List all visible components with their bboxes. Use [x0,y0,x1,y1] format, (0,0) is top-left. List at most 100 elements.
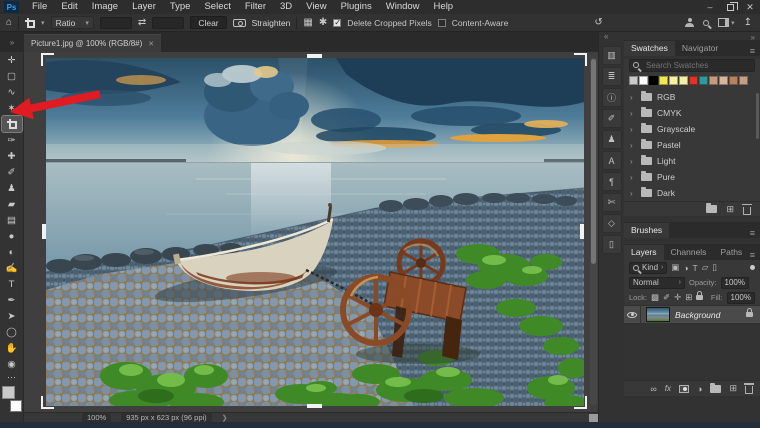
lock-transparent-icon[interactable]: ▩ [651,292,659,303]
menu-type[interactable]: Type [163,0,198,14]
clone-stamp-tool[interactable]: ♟ [2,180,22,196]
info-panel-icon[interactable]: ⓘ [601,88,622,107]
crop-tool[interactable] [0,115,23,133]
paragraph-panel-icon[interactable]: ¶ [601,172,622,191]
panel-menu-icon[interactable]: ≡ [750,46,760,56]
color-swatch[interactable] [709,76,718,85]
delete-cropped-pixels-label[interactable]: Delete Cropped Pixels [347,18,432,28]
swatch-group-cmyk[interactable]: › CMYK [624,105,760,121]
swatch-group-pure[interactable]: › Pure [624,169,760,185]
filter-type-icon[interactable]: T [693,263,698,273]
quick-selection-tool[interactable]: ✶ [2,100,22,116]
home-icon[interactable]: ⌂ [6,17,12,28]
eraser-tool[interactable]: ▰ [2,196,22,212]
color-swatch[interactable] [639,76,648,85]
panel-scrollbar[interactable] [756,93,759,139]
canvas-area[interactable] [24,52,598,412]
gear-icon[interactable]: ✱ [319,17,327,28]
delete-layer-icon[interactable] [744,383,754,394]
new-layer-icon[interactable]: ⊞ [729,383,737,394]
histogram-panel-icon[interactable]: ▥ [601,46,622,65]
new-group-icon[interactable] [706,203,718,213]
crop-handle-left[interactable] [42,224,46,239]
edit-toolbar-icon[interactable]: ⋯ [7,372,16,384]
account-icon[interactable] [685,18,695,27]
crop-tool-icon[interactable] [25,17,36,28]
link-layers-icon[interactable]: ∞ [650,384,656,394]
collapse-panels-icon[interactable]: « [599,32,624,44]
lock-position-icon[interactable]: ✛ [674,292,681,303]
filter-smart-object-icon[interactable]: ▯ [712,262,717,273]
horizontal-scrollbar-thumb[interactable] [589,413,598,422]
straighten-label[interactable]: Straighten [252,18,291,28]
new-swatch-icon[interactable]: ⊞ [726,204,734,214]
shape-tool[interactable]: ◯ [2,324,22,340]
filter-adjustment-icon[interactable]: ◑ [683,263,688,273]
filter-shape-icon[interactable]: ▱ [702,262,709,273]
tab-layers[interactable]: Layers [624,245,664,260]
layer-mask-icon[interactable] [679,384,690,393]
photoshop-logo[interactable]: Ps [4,1,19,13]
toolbar-overflow-icon[interactable]: » [0,38,24,47]
vertical-scrollbar-thumb[interactable] [591,59,596,264]
crop-handle-right[interactable] [580,224,584,239]
chevron-down-icon[interactable]: ▾ [731,19,735,27]
menu-plugins[interactable]: Plugins [334,0,379,14]
type-tool[interactable]: T [2,276,22,292]
panel-menu-icon[interactable]: ≡ [750,228,760,238]
layer-row-background[interactable]: Background [624,305,760,324]
eyedropper-tool[interactable]: ✑ [2,132,22,148]
menu-image[interactable]: Image [85,0,125,14]
menu-view[interactable]: View [299,0,333,14]
reset-icon[interactable]: ↺ [594,17,602,28]
chevron-down-icon[interactable]: ▾ [41,19,45,27]
move-tool[interactable]: ✛ [2,52,22,68]
foreground-color-swatch[interactable] [1,386,15,399]
tab-paths[interactable]: Paths [713,245,749,260]
swatch-group-dark[interactable]: › Dark [624,185,760,201]
clone-source-panel-icon[interactable]: ♟ [601,130,622,149]
menu-select[interactable]: Select [197,0,237,14]
adjustments-panel-icon[interactable]: ≣ [601,67,622,86]
character-panel-icon[interactable]: A [601,151,622,170]
filter-kind-select[interactable]: Kind › [629,261,668,274]
color-swatch[interactable] [659,76,668,85]
content-aware-checkbox[interactable] [437,18,446,27]
minimize-button[interactable]: – [700,0,720,14]
straighten-icon[interactable] [232,18,246,27]
filter-toggle[interactable] [750,265,755,270]
panel-menu-icon[interactable]: ≡ [750,250,760,260]
crop-handle-bottom-right[interactable] [574,396,587,409]
export-panel-icon[interactable]: ▯ [601,235,622,254]
tab-close-icon[interactable]: ✕ [148,40,154,48]
tab-navigator[interactable]: Navigator [675,41,725,56]
new-group-icon[interactable] [710,382,722,393]
filter-pixel-icon[interactable]: ▣ [671,262,679,273]
layer-lock-icon[interactable] [746,308,753,317]
crop-height-input[interactable] [152,16,185,29]
swatch-group-grayscale[interactable]: › Grayscale [624,121,760,137]
tab-swatches[interactable]: Swatches [624,41,675,56]
brush-settings-panel-icon[interactable]: ✐ [601,109,622,128]
adjustment-layer-icon[interactable]: ◑ [697,384,702,394]
gradient-tool[interactable]: ▤ [2,212,22,228]
color-swatch[interactable] [679,76,688,85]
clear-button[interactable]: Clear [190,16,227,29]
swap-dimensions-icon[interactable]: ⇄ [138,17,146,28]
menu-help[interactable]: Help [427,0,461,14]
color-swatch[interactable] [699,76,708,85]
tab-channels[interactable]: Channels [664,245,714,260]
menu-layer[interactable]: Layer [125,0,163,14]
document-tab[interactable]: Picture1.jpg @ 100% (RGB/8#) ✕ [24,34,162,52]
color-swatch[interactable] [739,76,748,85]
crop-handle-bottom-left[interactable] [41,396,54,409]
menu-window[interactable]: Window [379,0,427,14]
blend-mode-select[interactable]: Normal › [629,276,685,289]
brush-tool[interactable]: ✐ [2,164,22,180]
status-flyout-icon[interactable]: ❯ [222,414,228,422]
lock-all-icon[interactable] [696,291,703,300]
opacity-field[interactable]: 100% [720,276,749,289]
background-color-swatch[interactable] [9,400,22,412]
color-swatch[interactable] [649,76,658,85]
smudge-tool[interactable]: ✍ [2,260,22,276]
